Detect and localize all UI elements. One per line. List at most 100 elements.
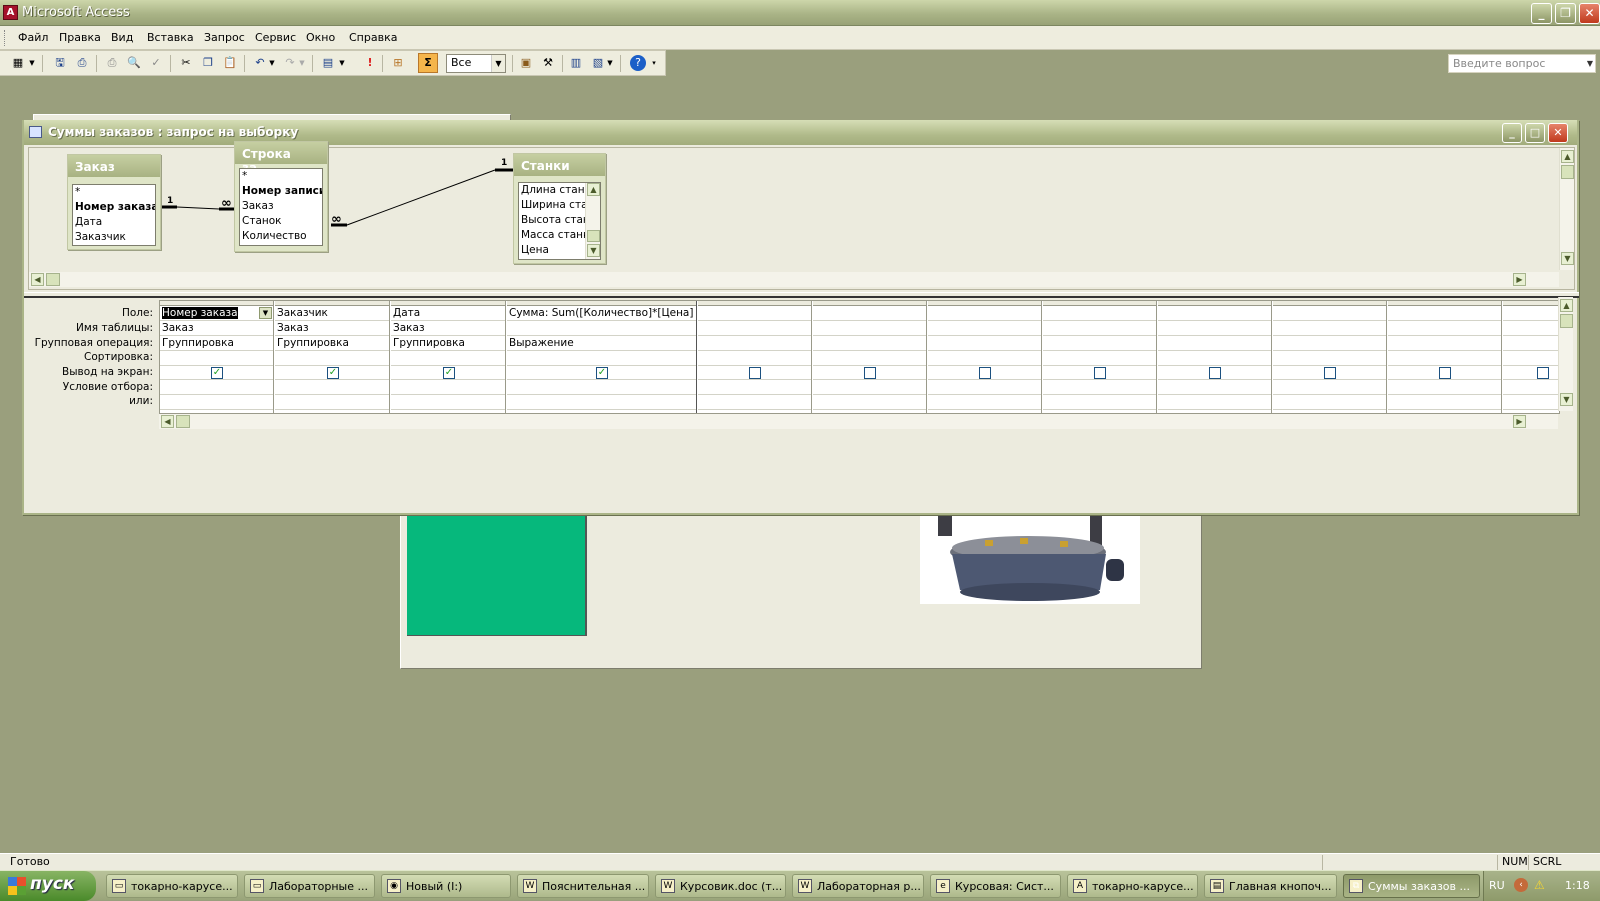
scroll-up-icon[interactable]: ▲ — [1560, 299, 1573, 312]
grid-cell-group[interactable] — [1503, 336, 1559, 351]
show-checkbox[interactable] — [1324, 367, 1336, 379]
table-box-order[interactable]: Заказ * Номер заказа Дата Заказчик — [67, 154, 161, 250]
grid-cell-criteria[interactable] — [160, 380, 273, 395]
search-icon[interactable]: ⎙ — [74, 55, 90, 71]
grid-column[interactable] — [1503, 301, 1559, 413]
grid-cell-criteria[interactable] — [1158, 380, 1271, 395]
grid-cell-criteria[interactable] — [813, 380, 926, 395]
taskbar-button[interactable]: W Курсовик.doc (т... — [655, 874, 786, 898]
grid-cell-or[interactable] — [1273, 395, 1386, 410]
grid-cell-table[interactable] — [1043, 321, 1156, 336]
grid-cell-criteria[interactable] — [698, 380, 811, 395]
undo-icon[interactable]: ↶ — [252, 55, 268, 71]
grid-cell-criteria[interactable] — [507, 380, 696, 395]
grid-column[interactable] — [1388, 301, 1502, 413]
copy-icon[interactable]: ❐ — [200, 55, 216, 71]
taskbar-button[interactable]: ▤ Главная кнопоч... — [1204, 874, 1337, 898]
language-indicator[interactable]: RU — [1489, 879, 1505, 892]
grid-cell-or[interactable] — [507, 395, 696, 410]
grid-column[interactable] — [928, 301, 1042, 413]
save-icon[interactable]: 🖫 — [52, 55, 68, 71]
grid-cell-sort[interactable] — [1503, 351, 1559, 366]
grid-cell-criteria[interactable] — [1043, 380, 1156, 395]
qbe-grid[interactable]: Номер заказа ▼ Заказ Группировка ✓ Заказчик За… — [159, 300, 1560, 414]
query-type-icon[interactable]: ▤ — [320, 55, 336, 71]
grid-cell-group[interactable] — [1043, 336, 1156, 351]
database-window-icon[interactable]: ▥ — [568, 55, 584, 71]
grid-cell-field[interactable] — [698, 306, 811, 321]
menu-edit[interactable]: Правка — [59, 31, 101, 44]
taskbar-button[interactable]: e Курсовая: Сист... — [930, 874, 1061, 898]
grid-cell-group[interactable] — [1273, 336, 1386, 351]
scroll-thumb[interactable] — [1560, 314, 1573, 328]
chevron-down-icon[interactable]: ▼ — [606, 55, 614, 71]
chevron-down-icon[interactable]: ▼ — [268, 55, 276, 71]
grid-column[interactable]: Заказчик Заказ Группировка ✓ — [275, 301, 390, 413]
chevron-down-icon[interactable]: ▼ — [259, 307, 272, 319]
redo-icon[interactable]: ↷ — [282, 55, 298, 71]
grid-cell-sort[interactable] — [1388, 351, 1501, 366]
relationship-pane-hscroll[interactable]: ◀ ▶ — [29, 272, 1559, 287]
grid-cell-criteria[interactable] — [1503, 380, 1559, 395]
taskbar-button[interactable]: W Лабораторная р... — [792, 874, 924, 898]
grid-cell-criteria[interactable] — [928, 380, 1041, 395]
properties-icon[interactable]: ▣ — [518, 55, 534, 71]
grid-cell-table[interactable] — [1158, 321, 1271, 336]
close-button[interactable]: ✕ — [1579, 3, 1600, 24]
grid-cell-field[interactable] — [813, 306, 926, 321]
grid-column[interactable]: Номер заказа ▼ Заказ Группировка ✓ — [160, 301, 274, 413]
grid-cell-sort[interactable] — [391, 351, 505, 366]
build-icon[interactable]: ⚒ — [540, 55, 556, 71]
field-list[interactable]: * Номер записи Заказ Станок Количество — [239, 168, 323, 246]
grid-cell-criteria[interactable] — [1273, 380, 1386, 395]
grid-cell-table[interactable] — [1388, 321, 1501, 336]
grid-cell-sort[interactable] — [698, 351, 811, 366]
grid-cell-sort[interactable] — [813, 351, 926, 366]
grid-cell-or[interactable] — [1503, 395, 1559, 410]
grid-cell-table[interactable] — [928, 321, 1041, 336]
field-list[interactable]: * Номер заказа Дата Заказчик — [72, 184, 156, 246]
grid-column[interactable]: Дата Заказ Группировка ✓ — [391, 301, 506, 413]
grid-cell-table[interactable]: Заказ — [391, 321, 505, 336]
chevron-down-icon[interactable]: ▼ — [298, 55, 306, 71]
taskbar-button[interactable]: ▭ токарно-карусе... — [106, 874, 238, 898]
help-icon[interactable]: ? — [630, 55, 646, 71]
show-checkbox-checked[interactable]: ✓ — [327, 367, 339, 379]
taskbar-button[interactable]: W Пояснительная ... — [517, 874, 649, 898]
scroll-thumb[interactable] — [176, 415, 190, 428]
grid-cell-or[interactable] — [928, 395, 1041, 410]
taskbar-button[interactable]: ⧉ Суммы заказов ... — [1343, 874, 1480, 898]
grid-cell-group[interactable] — [813, 336, 926, 351]
grid-cell-or[interactable] — [275, 395, 389, 410]
field-item[interactable]: Заказ — [240, 199, 322, 214]
menu-view[interactable]: Вид — [111, 31, 133, 44]
taskbar-button[interactable]: Aтокарно-карусе... — [1067, 874, 1198, 898]
query-maximize-button[interactable]: □ — [1525, 123, 1545, 143]
grid-cell-field[interactable] — [1158, 306, 1271, 321]
menu-tools[interactable]: Сервис — [255, 31, 296, 44]
help-question-input[interactable]: Введите вопрос ▼ — [1448, 54, 1596, 73]
query-design-window[interactable]: Суммы заказов : запрос на выборку _ □ ✕ … — [22, 120, 1579, 515]
grid-cell-criteria[interactable] — [391, 380, 505, 395]
grid-cell-group[interactable]: Выражение — [507, 336, 696, 351]
field-item[interactable]: Заказчик — [73, 230, 155, 245]
print-icon[interactable]: ⎙ — [104, 55, 120, 71]
chevron-down-icon[interactable]: ▼ — [491, 55, 505, 72]
grid-cell-sort[interactable] — [160, 351, 273, 366]
grid-cell-table[interactable] — [698, 321, 811, 336]
grid-cell-field[interactable] — [1388, 306, 1501, 321]
menu-grip[interactable] — [4, 30, 7, 46]
grid-cell-or[interactable] — [160, 395, 273, 410]
field-list-scrollbar[interactable]: ▲ ▼ — [585, 183, 600, 259]
show-checkbox[interactable] — [979, 367, 991, 379]
grid-cell-group[interactable] — [928, 336, 1041, 351]
field-item-key[interactable]: Номер записи — [240, 184, 322, 199]
grid-cell-group[interactable] — [1388, 336, 1501, 351]
grid-cell-table[interactable] — [1503, 321, 1559, 336]
field-item-key[interactable]: Номер заказа — [73, 200, 155, 215]
field-list[interactable]: Длина станка Ширина стан Высота стан Мас… — [518, 182, 601, 260]
grid-cell-table[interactable]: Заказ — [160, 321, 273, 336]
grid-cell-group[interactable]: Группировка — [160, 336, 273, 351]
grid-cell-sort[interactable] — [1043, 351, 1156, 366]
menu-help[interactable]: Справка — [349, 31, 397, 44]
